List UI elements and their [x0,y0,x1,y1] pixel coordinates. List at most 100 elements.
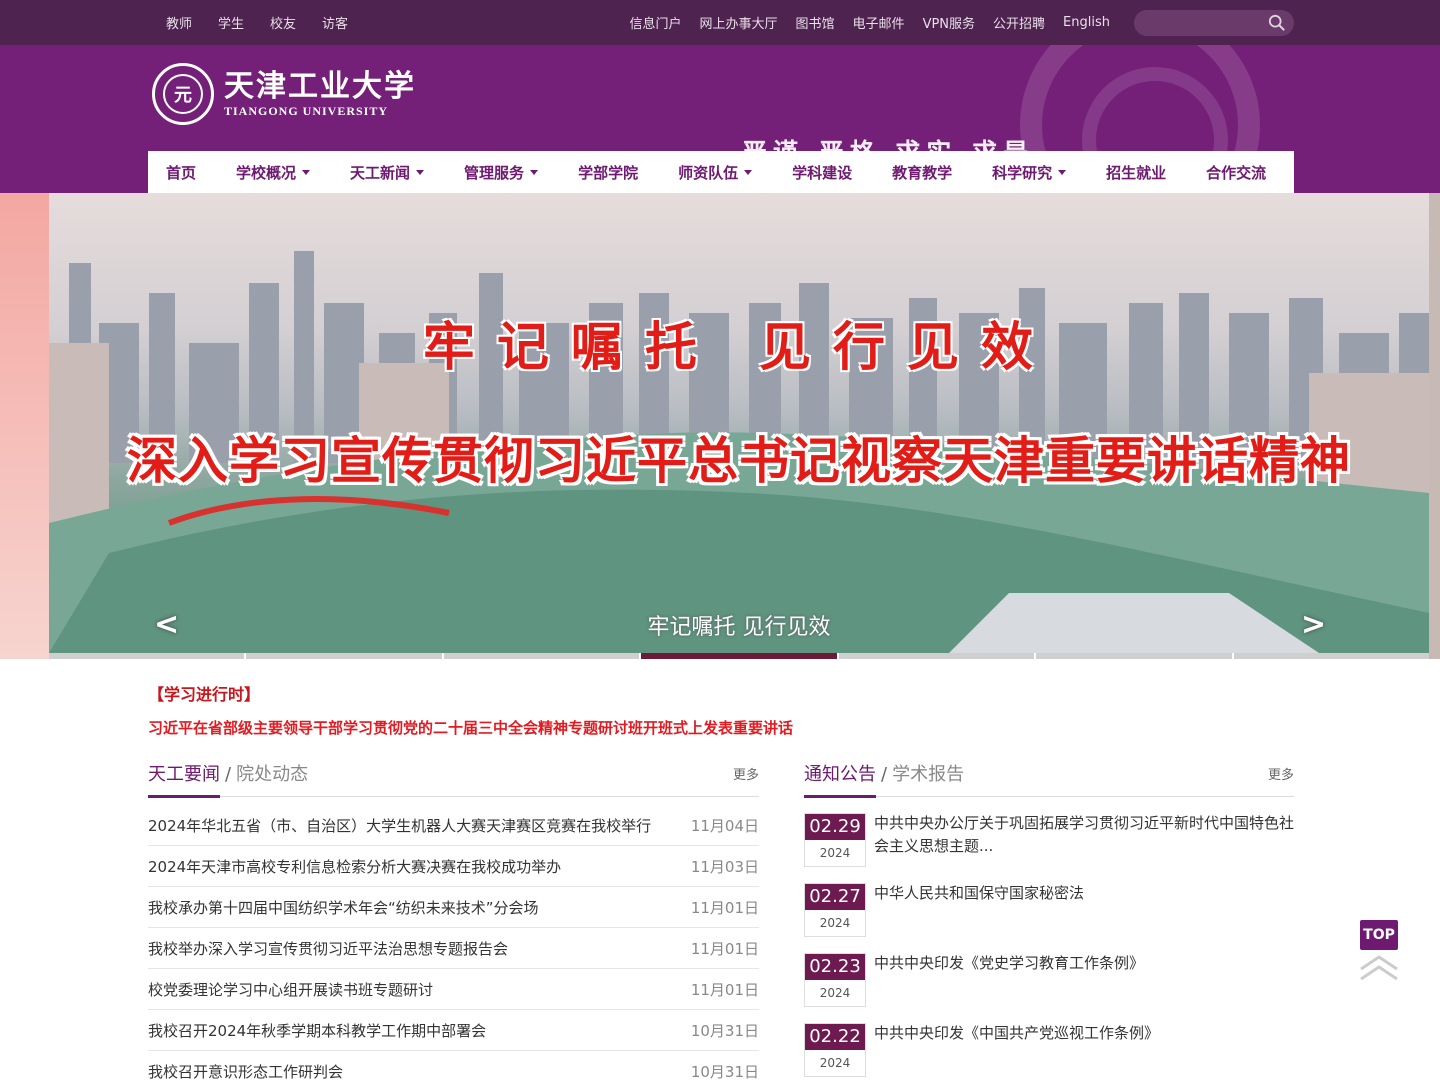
news-item-date: 11月01日 [690,898,759,917]
nav-item-2[interactable]: 天工新闻 [350,162,425,183]
news-item-title: 我校承办第十四届中国纺织学术年会“纺织未来技术”分会场 [148,898,539,917]
news-item[interactable]: 我校召开2024年秋季学期本科教学工作期中部署会 10月31日 [148,1010,759,1051]
back-to-top-button[interactable]: TOP [1360,920,1398,950]
nav-item-6[interactable]: 学科建设 [792,162,852,183]
notice-item[interactable]: 02.29 2024 中共中央办公厅关于巩固拓展学习贯彻习近平新时代中国特色社会主义… [804,813,1294,871]
news-item[interactable]: 2024年天津市高校专利信息检索分析大赛决赛在我校成功举办 11月03日 [148,846,759,887]
link-email[interactable]: 电子邮件 [853,13,905,32]
nav-item-4[interactable]: 学部学院 [578,162,638,183]
notice-item[interactable]: 02.27 2024 中华人民共和国保守国家秘密法 [804,883,1294,941]
active-tab-underline [148,795,220,798]
carousel-slide[interactable]: 牢记嘱托 见行见效 深入学习宣传贯彻习近平总书记视察天津重要讲话精神 牢记嘱托 … [49,193,1429,653]
nav-item-9[interactable]: 招生就业 [1106,162,1166,183]
carousel-dot[interactable] [838,653,1035,659]
notice-title: 中共中央印发《党史学习教育工作条例》 [874,954,1145,972]
news-item[interactable]: 我校举办深入学习宣传贯彻习近平法治思想专题报告会 11月01日 [148,928,759,969]
news-more-link[interactable]: 更多 [733,764,759,783]
tab-notices[interactable]: 通知公告 [804,764,876,785]
caret-down-icon [1058,169,1067,175]
notice-year: 2024 [819,846,851,860]
news-item[interactable]: 2024年华北五省（市、自治区）大学生机器人大赛天津赛区竞赛在我校举行 11月04… [148,805,759,846]
logo-seal-icon: 元 [152,63,214,125]
carousel-dot[interactable] [641,653,837,659]
notices-panel-header: 通知公告 / 学术报告 更多 [804,760,1294,798]
role-link-visitor[interactable]: 访客 [322,13,348,32]
role-link-alumni[interactable]: 校友 [270,13,296,32]
notice-year: 2024 [819,1056,851,1070]
link-info-portal[interactable]: 信息门户 [630,13,682,32]
carousel-next-button[interactable]: > [1301,607,1326,642]
caret-down-icon [744,169,753,175]
search-icon[interactable] [1268,14,1286,32]
notice-month-day: 02.29 [805,814,865,840]
news-item-date: 11月04日 [690,816,759,835]
logo-english-name: TIANGONG UNIVERSITY [224,103,389,118]
tab-tiangong-news[interactable]: 天工要闻 [148,764,220,785]
news-item-title: 我校召开意识形态工作研判会 [148,1062,344,1080]
news-item[interactable]: 校党委理论学习中心组开展读书班专题研讨 11月01日 [148,969,759,1010]
nav-item-7[interactable]: 教育教学 [892,162,952,183]
caret-down-icon [416,169,425,175]
notice-month-day: 02.22 [805,1024,865,1050]
news-item[interactable]: 我校承办第十四届中国纺织学术年会“纺织未来技术”分会场 11月01日 [148,887,759,928]
link-english[interactable]: English [1063,15,1110,30]
role-link-student[interactable]: 学生 [218,13,244,32]
carousel-prev-button[interactable]: < [154,607,179,642]
notices-panel: 通知公告 / 学术报告 更多 02.29 2024 中共中央办公厅关于巩固拓展学习贯彻习… [804,760,1294,1080]
study-tag: 【学习进行时】 [148,685,261,704]
search-box [1134,9,1294,36]
tab-department-news[interactable]: 院处动态 [236,764,308,785]
caret-down-icon [530,169,539,175]
notice-item[interactable]: 02.23 2024 中共中央印发《党史学习教育工作条例》 [804,953,1294,1011]
nav-item-5[interactable]: 师资队伍 [678,162,753,183]
news-item-date: 10月31日 [690,1062,759,1080]
tab-academic-reports[interactable]: 学术报告 [892,764,964,785]
notice-date-box: 02.27 2024 [804,883,866,937]
link-library[interactable]: 图书馆 [796,13,835,32]
active-tab-underline [804,795,876,798]
carousel-dot[interactable] [1036,653,1232,659]
prev-slide-peek [0,193,49,659]
news-item-title: 2024年华北五省（市、自治区）大学生机器人大赛天津赛区竞赛在我校举行 [148,816,652,835]
news-item[interactable]: 我校召开意识形态工作研判会 10月31日 [148,1051,759,1080]
carousel-dot[interactable] [443,653,640,659]
carousel-indicators [49,653,1429,659]
news-item-title: 校党委理论学习中心组开展读书班专题研讨 [148,980,434,999]
notices-more-link[interactable]: 更多 [1268,764,1294,783]
link-recruitment[interactable]: 公开招聘 [993,13,1045,32]
notice-month-day: 02.27 [805,884,865,910]
link-online-service[interactable]: 网上办事大厅 [700,13,778,32]
role-link-teacher[interactable]: 教师 [166,13,192,32]
notice-title: 中华人民共和国保守国家秘密法 [874,884,1085,902]
notice-list: 02.29 2024 中共中央办公厅关于巩固拓展学习贯彻习近平新时代中国特色社会主义… [804,813,1294,1080]
double-chevron-up-icon[interactable] [1359,955,1399,981]
nav-item-1[interactable]: 学校概况 [236,162,311,183]
notice-date-box: 02.23 2024 [804,953,866,1007]
notice-date-box: 02.22 2024 [804,1023,866,1077]
news-item-date: 11月01日 [690,980,759,999]
nav-item-8[interactable]: 科学研究 [992,162,1067,183]
role-links: 教师 学生 校友 访客 [148,13,348,32]
news-panel-header: 天工要闻 / 院处动态 更多 [148,760,759,798]
carousel-dot[interactable] [49,653,245,659]
notice-item[interactable]: 02.22 2024 中共中央印发《中国共产党巡视工作条例》 [804,1023,1294,1080]
carousel-dot[interactable] [246,653,442,659]
search-input[interactable] [1134,9,1264,36]
main-navigation: 首页 学校概况 天工新闻 管理服务 学部学院 师资队伍 学科建设 教育教学 科学研究 招生就业 合作… [148,151,1294,193]
notice-date-box: 02.29 2024 [804,813,866,867]
carousel-dot[interactable] [1233,653,1429,659]
news-item-date: 11月03日 [690,857,759,876]
notice-year: 2024 [819,916,851,930]
logo-chinese-name: 天津工业大学 [224,68,416,104]
nav-item-0[interactable]: 首页 [166,162,196,183]
notice-month-day: 02.23 [805,954,865,980]
university-logo[interactable]: 元 天津工业大学 TIANGONG UNIVERSITY [152,63,416,125]
nav-item-3[interactable]: 管理服务 [464,162,539,183]
link-vpn[interactable]: VPN服务 [923,13,975,32]
slide-caption: 牢记嘱托 见行见效 [647,615,831,640]
study-headline-link[interactable]: 习近平在省部级主要领导干部学习贯彻党的二十届三中全会精神专题研讨班开班式上发表重… [148,717,1294,738]
notice-year: 2024 [819,986,851,1000]
news-item-title: 2024年天津市高校专利信息检索分析大赛决赛在我校成功举办 [148,857,562,876]
news-panel: 天工要闻 / 院处动态 更多 2024年华北五省（市、自治区）大学生机器人大赛天津赛… [148,760,759,1080]
nav-item-10[interactable]: 合作交流 [1206,162,1266,183]
